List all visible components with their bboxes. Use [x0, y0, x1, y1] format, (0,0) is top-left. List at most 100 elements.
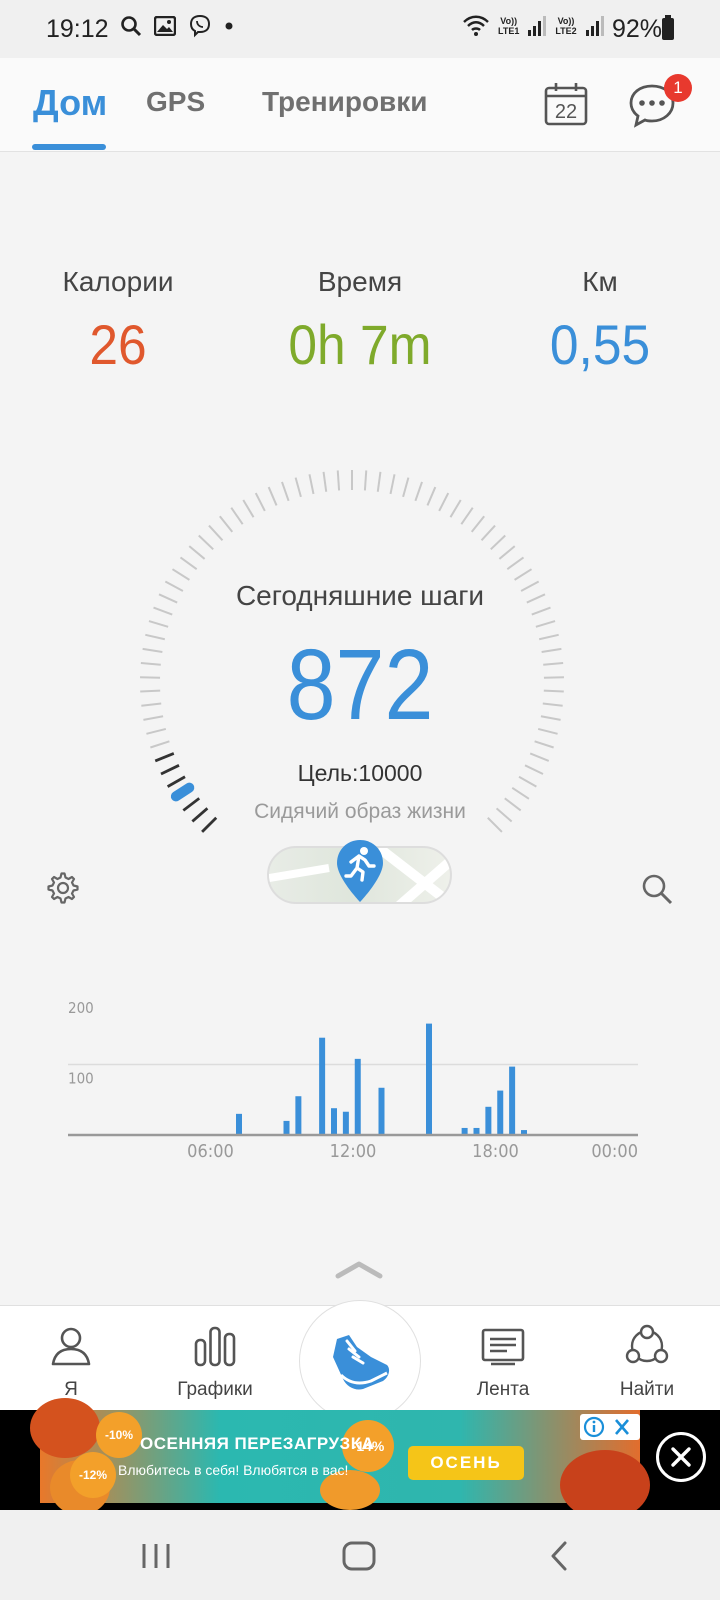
search-icon[interactable] [640, 872, 674, 906]
ad-choices[interactable] [580, 1414, 640, 1440]
gauge-tick [480, 524, 496, 541]
y-tick-label: 100 [68, 1070, 94, 1088]
wifi-icon [463, 15, 489, 36]
gallery-status-icon [154, 16, 176, 36]
x-tick-label: 06:00 [187, 1141, 234, 1162]
steps-value: 872 [286, 629, 434, 741]
gauge-tick [376, 471, 382, 492]
gauge-tick [438, 492, 450, 512]
chart-bar [485, 1106, 492, 1135]
ad-discount-badge-3: -12% [70, 1452, 116, 1498]
sneaker-icon [333, 1335, 390, 1390]
chart-bar [331, 1108, 337, 1135]
gauge-tick [336, 470, 341, 491]
top-tab-bar: Дом GPS Тренировки 22 1 [0, 58, 720, 152]
calendar-icon[interactable]: 22 [544, 82, 588, 126]
gauge-tick [506, 556, 525, 570]
gauge-tick [188, 545, 206, 560]
x-tick-label: 18:00 [472, 1141, 519, 1162]
dot-status-icon [225, 22, 233, 30]
chart-bar [354, 1058, 361, 1135]
x-tick-label: 12:00 [330, 1141, 377, 1162]
gauge-tick [267, 486, 278, 506]
y-tick-label: 200 [68, 1000, 94, 1017]
ad-cta-button[interactable]: ОСЕНЬ [408, 1446, 524, 1480]
settings-gear-icon[interactable] [46, 871, 80, 905]
steps-title: Сегодняшние шаги [235, 580, 485, 611]
active-tab-indicator [32, 144, 106, 150]
steps-goal: Цель:10000 [297, 760, 423, 786]
gauge-tick [511, 786, 530, 800]
running-person-pin-icon[interactable] [333, 838, 387, 904]
gauge-tick [402, 477, 410, 498]
gauge-tick [242, 499, 255, 518]
tab-workouts[interactable]: Тренировки [262, 86, 427, 118]
nav-find[interactable]: Найти [592, 1324, 702, 1401]
chart-bar [497, 1090, 504, 1135]
gauge-tick [514, 568, 533, 581]
nav-feed[interactable]: Лента [448, 1324, 558, 1401]
pedometer-home-button[interactable] [299, 1300, 421, 1422]
gauge-tick [490, 534, 506, 551]
distance-label: Км [582, 266, 618, 297]
chart-bar [236, 1113, 242, 1135]
search-status-icon [121, 16, 142, 37]
bar-chart-icon [194, 1326, 236, 1367]
signal-2-icon [585, 16, 604, 36]
ad-close-button[interactable] [656, 1432, 706, 1482]
gauge-tick [171, 568, 190, 581]
nav-me[interactable]: Я [16, 1324, 126, 1401]
gauge-tick [470, 515, 485, 533]
gauge-tick [535, 620, 556, 628]
system-navigation-bar [0, 1510, 720, 1600]
gauge-tick [449, 499, 462, 518]
gauge-tick [148, 620, 169, 628]
chart-bar [283, 1120, 290, 1135]
chart-bar [295, 1096, 302, 1135]
gauge-tick [363, 470, 368, 491]
calories-label: Калории [62, 266, 174, 297]
lte1-indicator: Vo)) LTE1 [498, 16, 520, 36]
time-stat: Время 0h 7m [250, 266, 470, 377]
recent-apps-icon[interactable] [140, 1542, 172, 1570]
gauge-tick [230, 507, 244, 525]
calories-value: 26 [89, 313, 147, 376]
gauge-tick [460, 507, 474, 525]
gauge-tick [426, 486, 437, 506]
status-bar: 19:12 Vo)) LTE1 Vo)) LTE2 92% [0, 0, 720, 58]
battery-icon [662, 15, 674, 40]
people-icon [625, 1324, 669, 1364]
viber-status-icon [189, 14, 211, 38]
hourly-steps-chart: 100 200 06:00 12:00 18:00 00:00 [68, 1000, 638, 1162]
nav-charts-label: Графики [177, 1379, 253, 1400]
calories-stat: Калории 26 [8, 266, 228, 377]
person-icon [51, 1327, 91, 1366]
gauge-tick [219, 515, 234, 533]
nav-charts[interactable]: Графики [160, 1324, 270, 1401]
ad-bar: -10% -12% -14% ОСЕННЯЯ ПЕРЕЗАГРУЗКА Влюб… [0, 1398, 720, 1520]
nav-feed-label: Лента [476, 1379, 530, 1400]
ad-banner[interactable]: -10% -12% -14% ОСЕННЯЯ ПЕРЕЗАГРУЗКА Влюб… [30, 1398, 650, 1520]
tab-gps[interactable]: GPS [146, 86, 205, 118]
distance-value: 0,55 [549, 313, 651, 376]
gauge-tick [414, 481, 423, 502]
status-time: 19:12 [46, 15, 109, 43]
time-value: 0h 7m [288, 313, 432, 376]
time-label: Время [317, 266, 403, 297]
gauge-tick [322, 471, 328, 492]
gauge-tick [254, 492, 266, 512]
x-tick-label: 00:00 [591, 1141, 638, 1162]
activity-status: Сидячий образ жизни [254, 800, 466, 823]
tab-home[interactable]: Дом [33, 82, 107, 124]
battery-percent: 92% [611, 15, 662, 43]
gauge-tick [498, 545, 516, 560]
gauge-tick [308, 474, 315, 495]
chevron-up-icon[interactable] [334, 1258, 384, 1280]
signal-1-icon [528, 16, 547, 36]
chart-bar [378, 1087, 385, 1135]
gauge-tick [294, 477, 302, 498]
home-icon[interactable] [342, 1541, 376, 1571]
chart-bar [319, 1037, 326, 1135]
back-icon[interactable] [548, 1540, 570, 1572]
nav-find-label: Найти [619, 1379, 675, 1400]
